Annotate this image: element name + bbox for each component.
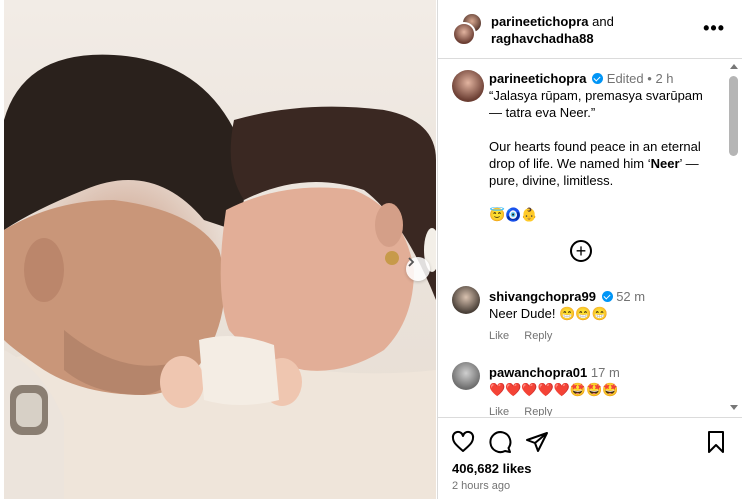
collab-names: parineetichopra and raghavchadha88: [491, 13, 614, 47]
load-more-comments-button[interactable]: +: [570, 240, 592, 262]
header-username-2[interactable]: raghavchadha88: [491, 31, 594, 46]
comments-section[interactable]: parineetichopra Edited • 2 h “Jalasya rū…: [438, 60, 742, 416]
meta-dot: •: [647, 71, 652, 86]
avatar[interactable]: [452, 70, 484, 102]
scroll-up-arrow-icon[interactable]: [730, 64, 738, 69]
scrollbar[interactable]: [728, 60, 740, 416]
comment-text: ❤️❤️❤️❤️❤️🤩🤩🤩: [489, 382, 619, 397]
next-image-button[interactable]: [406, 257, 430, 281]
comment-reply-button[interactable]: Reply: [524, 330, 552, 342]
comment-actions: Like Reply: [489, 404, 719, 416]
caption-emojis: 😇🧿👶: [489, 207, 538, 222]
chevron-right-icon: [408, 257, 415, 267]
caption-line-2: Our hearts found peace in an eternal dro…: [489, 139, 701, 188]
scroll-thumb[interactable]: [729, 76, 738, 156]
caption-body: parineetichopra Edited • 2 h “Jalasya rū…: [489, 70, 719, 223]
bookmark-icon[interactable]: [704, 430, 728, 454]
edited-label: Edited: [606, 71, 644, 86]
comment-body: pawanchopra01 17 m ❤️❤️❤️❤️❤️🤩🤩🤩 Like Re…: [489, 364, 719, 416]
collab-avatars[interactable]: [452, 12, 486, 46]
send-icon[interactable]: [525, 430, 549, 454]
comment-actions: Like Reply: [489, 328, 719, 345]
photo-illustration: [4, 54, 436, 499]
post-photo[interactable]: [4, 0, 436, 499]
avatar[interactable]: [452, 286, 480, 314]
verified-badge-icon: [592, 73, 604, 84]
comment-username[interactable]: shivangchopra99: [489, 289, 596, 304]
post-header: parineetichopra and raghavchadha88 •••: [438, 0, 742, 59]
more-options-button[interactable]: •••: [703, 18, 725, 39]
post-panel: parineetichopra and raghavchadha88 ••• p…: [437, 0, 742, 499]
likes-count[interactable]: 406,682 likes: [452, 461, 532, 476]
scroll-down-arrow-icon[interactable]: [730, 405, 738, 410]
comment-username[interactable]: pawanchopra01: [489, 365, 587, 380]
verified-badge-icon: [601, 291, 613, 302]
caption-time[interactable]: 2 h: [655, 71, 673, 86]
caption-username[interactable]: parineetichopra: [489, 71, 587, 86]
comment-icon[interactable]: [488, 430, 512, 454]
comment-time: 17 m: [590, 365, 620, 380]
caption-line-1: “Jalasya rūpam, premasya svarūpam — tatr…: [489, 88, 703, 120]
comment-body: shivangchopra99 52 m Neer Dude! 😁😁😁 Like…: [489, 288, 719, 345]
comment-like-button[interactable]: Like: [489, 406, 509, 416]
avatar: [452, 22, 476, 46]
comment-like-button[interactable]: Like: [489, 330, 509, 342]
comment-time: 52 m: [616, 289, 646, 304]
post-time[interactable]: 2 hours ago: [452, 480, 510, 492]
action-bar: 406,682 likes 2 hours ago: [438, 417, 742, 499]
header-username-1[interactable]: parineetichopra: [491, 14, 589, 29]
post-dialog: parineetichopra and raghavchadha88 ••• p…: [0, 0, 742, 499]
comment-text: Neer Dude! 😁😁😁: [489, 306, 608, 321]
avatar[interactable]: [452, 362, 480, 390]
header-and: and: [592, 14, 614, 29]
comment-reply-button[interactable]: Reply: [524, 406, 552, 416]
heart-icon[interactable]: [451, 430, 475, 454]
